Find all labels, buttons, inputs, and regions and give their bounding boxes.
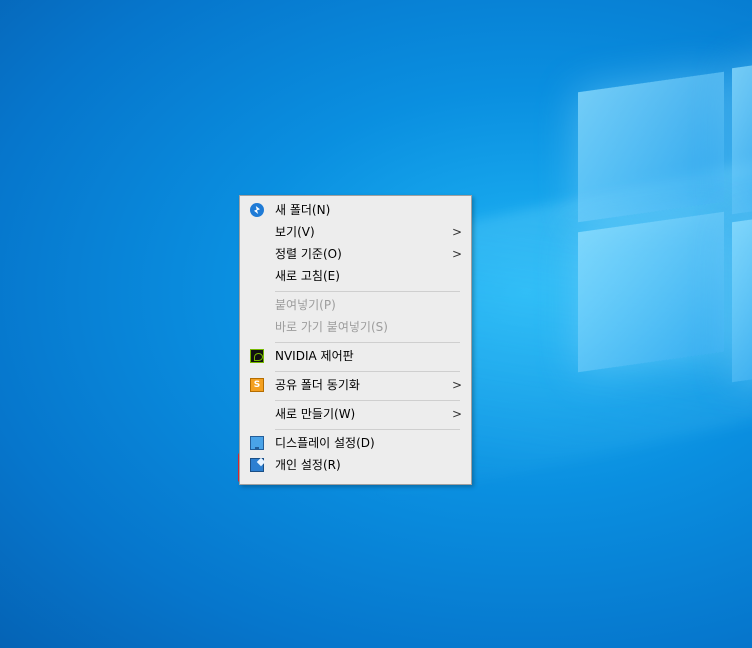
chevron-right-icon: >	[452, 378, 463, 392]
chevron-right-icon: >	[452, 407, 463, 421]
menu-item-label: 공유 폴더 동기화	[275, 378, 360, 392]
menu-item-new[interactable]: 새로 만들기(W) >	[240, 403, 471, 425]
chevron-right-icon: >	[452, 225, 463, 239]
desktop-context-menu: 새 폴더(N) 보기(V) > 정렬 기준(O) > 새로 고침(E) 붙여넣기…	[239, 195, 472, 485]
display-icon	[250, 436, 264, 450]
menu-item-personalize[interactable]: 개인 설정(R)	[240, 454, 471, 476]
nvidia-icon	[250, 349, 264, 363]
menu-item-display-settings[interactable]: 디스플레이 설정(D)	[240, 432, 471, 454]
menu-item-label: 보기(V)	[275, 225, 315, 239]
folder-icon	[250, 203, 264, 217]
menu-item-label: 개인 설정(R)	[275, 458, 341, 472]
menu-item-sort-by[interactable]: 정렬 기준(O) >	[240, 243, 471, 265]
menu-item-label: 붙여넣기(P)	[275, 298, 336, 312]
menu-item-view[interactable]: 보기(V) >	[240, 221, 471, 243]
menu-item-nvidia-control-panel[interactable]: NVIDIA 제어판	[240, 345, 471, 367]
menu-item-label: 디스플레이 설정(D)	[275, 436, 375, 450]
menu-item-refresh[interactable]: 새로 고침(E)	[240, 265, 471, 287]
menu-item-sync-shared-folder[interactable]: S 공유 폴더 동기화 >	[240, 374, 471, 396]
menu-separator	[275, 400, 460, 401]
sync-icon: S	[250, 378, 264, 392]
menu-separator	[275, 429, 460, 430]
windows-logo	[560, 59, 752, 420]
menu-item-new-folder[interactable]: 새 폴더(N)	[240, 199, 471, 221]
menu-item-paste: 붙여넣기(P)	[240, 294, 471, 316]
menu-item-paste-shortcut: 바로 가기 붙여넣기(S)	[240, 316, 471, 338]
chevron-right-icon: >	[452, 247, 463, 261]
menu-item-label: 바로 가기 붙여넣기(S)	[275, 320, 388, 334]
menu-item-label: 새 폴더(N)	[275, 203, 331, 217]
menu-item-label: 새로 고침(E)	[275, 269, 340, 283]
menu-item-label: 새로 만들기(W)	[275, 407, 356, 421]
menu-separator	[275, 371, 460, 372]
menu-item-label: NVIDIA 제어판	[275, 349, 354, 363]
menu-item-label: 정렬 기준(O)	[275, 247, 342, 261]
menu-separator	[275, 342, 460, 343]
menu-separator	[275, 291, 460, 292]
personalize-icon	[250, 458, 264, 472]
